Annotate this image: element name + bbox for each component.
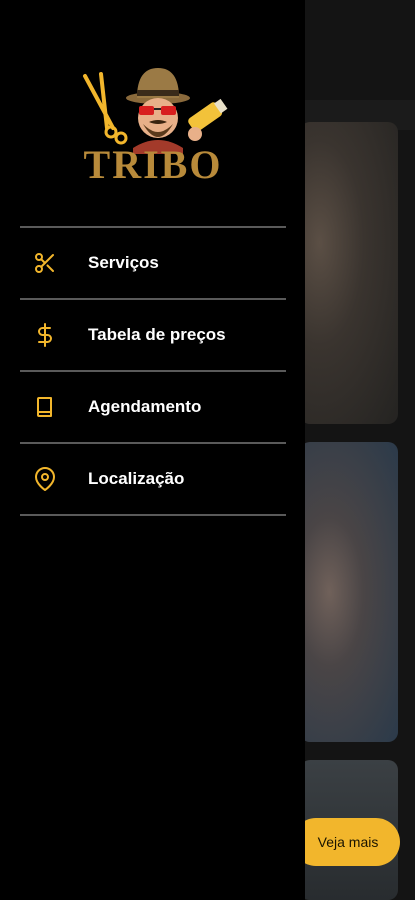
tribo-logo: TRIBO — [55, 62, 251, 187]
drawer-item-label: Serviços — [88, 253, 159, 272]
drawer-item-label: Agendamento — [88, 397, 202, 416]
gallery-photo — [300, 442, 398, 742]
drawer-item-agendamento[interactable]: Agendamento — [20, 372, 286, 442]
divider — [20, 514, 286, 516]
scissors-icon — [20, 251, 68, 275]
drawer-item-label: Localização — [88, 469, 185, 488]
svg-text:TRIBO: TRIBO — [84, 142, 223, 184]
drawer-item-servicos[interactable]: Serviços — [20, 228, 286, 298]
drawer-item-tabela-precos[interactable]: Tabela de preços — [20, 300, 286, 370]
see-more-button[interactable]: Veja mais — [292, 818, 400, 866]
navigation-drawer: TRIBO Serviços Tabela de preços Agendame… — [0, 0, 305, 900]
gallery-photo — [300, 122, 398, 424]
dollar-icon — [20, 323, 68, 347]
drawer-menu: Serviços Tabela de preços Agendamento Lo… — [20, 226, 286, 516]
book-icon — [20, 395, 68, 419]
drawer-item-label: Tabela de preços — [88, 325, 226, 344]
map-pin-icon — [20, 467, 68, 491]
drawer-item-localizacao[interactable]: Localização — [20, 444, 286, 514]
